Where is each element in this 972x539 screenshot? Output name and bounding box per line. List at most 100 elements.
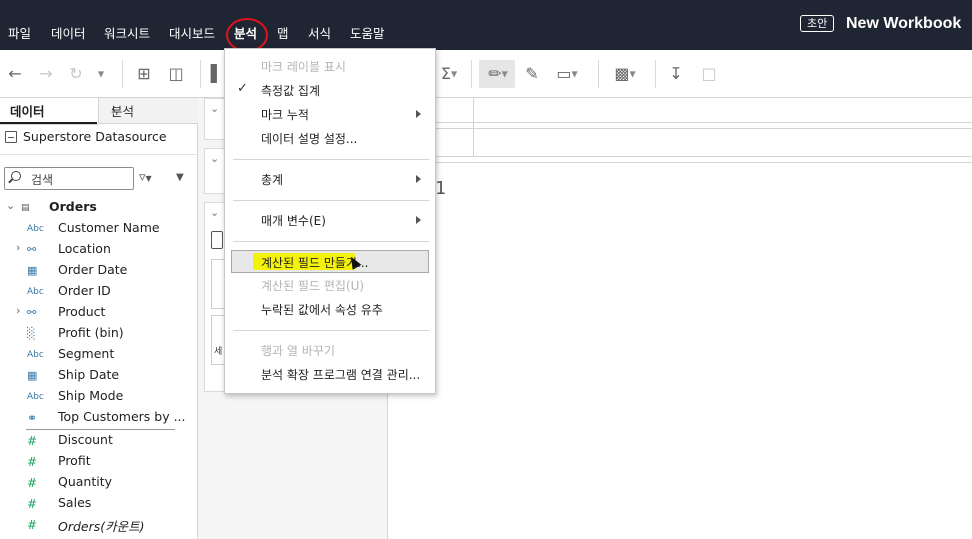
number-type-icon: # <box>27 455 38 469</box>
field-item[interactable]: ⚭ Top Customers by ... <box>0 408 197 429</box>
highlight-pen-icon[interactable]: ✏▼ <box>485 64 511 84</box>
hierarchy-icon: ⚯ <box>27 306 37 319</box>
menu-item-manage-analytics-extensions[interactable]: 분석 확장 프로그램 연결 관리... <box>225 363 435 386</box>
menu-item-swap-rows-columns[interactable]: 행과 열 바꾸기 <box>225 339 435 362</box>
field-item[interactable]: # Profit <box>0 452 197 473</box>
label-icon[interactable]: ✎ <box>522 64 542 84</box>
pane-divider <box>0 124 98 125</box>
field-item[interactable]: › ⚯ Location <box>0 240 197 261</box>
menu-item-create-calculated-field[interactable]: 계산된 필드 만들기... <box>225 251 435 274</box>
field-item[interactable]: Abc Ship Mode <box>0 387 197 408</box>
menu-help[interactable]: 도움말 <box>350 26 385 42</box>
datasource-name[interactable]: Superstore Datasource <box>23 129 167 144</box>
field-item[interactable]: Abc Order ID <box>0 282 197 303</box>
chart-icon[interactable]: ▌ <box>210 64 224 84</box>
field-label: Ship Mode <box>58 388 124 403</box>
menu-format[interactable]: 서식 <box>308 26 331 42</box>
number-type-icon: # <box>27 518 38 532</box>
chevron-down-icon[interactable]: ⌄ <box>210 152 219 165</box>
field-item[interactable]: # Quantity <box>0 473 197 494</box>
chevron-down-icon[interactable]: ▼ <box>176 172 184 183</box>
field-item[interactable]: Abc Customer Name <box>0 219 197 240</box>
field-item[interactable]: ░ Profit (bin) <box>0 324 197 345</box>
shelf-divider <box>389 162 972 163</box>
menu-item-show-mark-labels[interactable]: 마크 레이블 표시 <box>225 55 435 78</box>
new-datasource-icon[interactable]: ⊞ <box>134 64 154 84</box>
toolbar-separator <box>471 60 472 88</box>
show-me-icon[interactable]: ▩▼ <box>609 64 641 84</box>
field-label: Top Customers by ... <box>58 409 186 424</box>
field-label: Product <box>58 304 106 319</box>
toolbar-separator <box>598 60 599 88</box>
menu-item-parameters[interactable]: 매개 변수(E) <box>225 209 435 232</box>
submenu-arrow-icon <box>416 216 421 224</box>
field-label: Profit <box>58 453 91 468</box>
workbook-title: New Workbook <box>846 15 962 32</box>
menu-item-totals[interactable]: 총계 <box>225 168 435 191</box>
expand-chevron-icon[interactable]: › <box>16 304 20 317</box>
sum-icon[interactable]: Σ▼ <box>438 64 460 84</box>
toolbar: ← → ↻ ▼ ⊞ ◫ ▌ Σ▼ ✏▼ ✎ ▭▼ ▩▼ ↧ □ <box>0 50 972 98</box>
hierarchy-icon: ⚯ <box>27 243 37 256</box>
field-label: Order ID <box>58 283 111 298</box>
mark-property-button[interactable] <box>211 259 225 309</box>
table-row[interactable]: ⌄ ▤ Orders <box>0 198 197 219</box>
expand-chevron-icon[interactable]: › <box>16 241 20 254</box>
menu-item-aggregate-measures[interactable]: ✓ 측정값 집계 <box>225 79 435 102</box>
menu-item-label: 계산된 필드 편집(U) <box>261 279 365 293</box>
field-item[interactable]: ▦ Order Date <box>0 261 197 282</box>
analysis-menu: 마크 레이블 표시 ✓ 측정값 집계 마크 누적 데이터 설명 설정... 총계… <box>224 48 436 394</box>
number-type-icon: # <box>27 497 38 511</box>
tab-data[interactable]: 데이터 <box>10 101 45 120</box>
mark-type-dropdown[interactable] <box>211 231 223 249</box>
chevron-down-icon[interactable]: ⌄ <box>210 102 219 115</box>
menu-separator <box>233 241 429 242</box>
shelf-divider <box>389 128 972 129</box>
menu-item-label: 마크 레이블 표시 <box>261 60 346 74</box>
data-pane: 데이터 분석 ‹ Superstore Datasource 검색 ▿▼ ▼ ⌄… <box>0 98 198 539</box>
menu-worksheet[interactable]: 워크시트 <box>104 26 150 42</box>
tab-analysis[interactable]: 분석 ‹ <box>98 98 198 124</box>
menu-item-label: 누락된 값에서 속성 유추 <box>261 303 383 317</box>
redo-dropdown-icon[interactable]: ▼ <box>94 64 108 84</box>
field-label: Orders(카운트) <box>58 519 145 534</box>
toolbar-separator <box>200 60 201 88</box>
menu-data[interactable]: 데이터 <box>51 26 86 42</box>
menu-item-edit-calculated-field[interactable]: 계산된 필드 편집(U) <box>225 274 435 297</box>
menu-map[interactable]: 맵 <box>277 26 289 42</box>
submenu-arrow-icon <box>416 175 421 183</box>
field-item[interactable]: Abc Segment <box>0 345 197 366</box>
field-item[interactable]: ▦ Ship Date <box>0 366 197 387</box>
fit-icon[interactable]: ▭▼ <box>552 64 582 84</box>
filter-icon[interactable]: ▿▼ <box>139 170 152 185</box>
field-label: Order Date <box>58 262 128 277</box>
datasource-icon[interactable]: ◫ <box>166 64 186 84</box>
download-icon[interactable]: ↧ <box>666 64 686 84</box>
field-item[interactable]: # Orders(카운트) <box>0 515 197 536</box>
forward-icon[interactable]: → <box>37 64 55 84</box>
field-label: Quantity <box>58 474 113 489</box>
collapse-icon[interactable]: ‹ <box>111 101 192 116</box>
field-item[interactable]: # Discount <box>0 431 197 452</box>
back-icon[interactable]: ← <box>6 64 24 84</box>
presentation-icon[interactable]: □ <box>698 64 720 84</box>
marks-label-fragment: 세 <box>214 347 223 357</box>
menu-item-stack-marks[interactable]: 마크 누적 <box>225 103 435 126</box>
menu-item-infer-properties[interactable]: 누락된 값에서 속성 유추 <box>225 298 435 321</box>
search-input[interactable]: 검색 <box>4 167 134 190</box>
menu-bar: 파일 데이터 워크시트 대시보드 분석 맵 서식 도움말 초안 New Work… <box>0 0 972 50</box>
menu-file[interactable]: 파일 <box>8 26 31 42</box>
string-type-icon: Abc <box>27 350 44 360</box>
field-item[interactable]: # Sales <box>0 494 197 515</box>
collapse-chevron-icon[interactable]: ⌄ <box>6 199 15 212</box>
number-type-icon: # <box>27 476 38 490</box>
menu-dashboard[interactable]: 대시보드 <box>169 26 215 42</box>
chevron-down-icon[interactable]: ⌄ <box>210 206 219 219</box>
menu-item-label: 측정값 집계 <box>261 84 321 98</box>
menu-item-data-guide[interactable]: 데이터 설명 설정... <box>225 127 435 150</box>
field-item[interactable]: › ⚯ Product <box>0 303 197 324</box>
mark-property-button[interactable]: 세 <box>211 315 225 365</box>
annotation-circle <box>226 18 268 52</box>
redo-icon[interactable]: ↻ <box>66 64 86 84</box>
measure-separator <box>26 429 175 430</box>
